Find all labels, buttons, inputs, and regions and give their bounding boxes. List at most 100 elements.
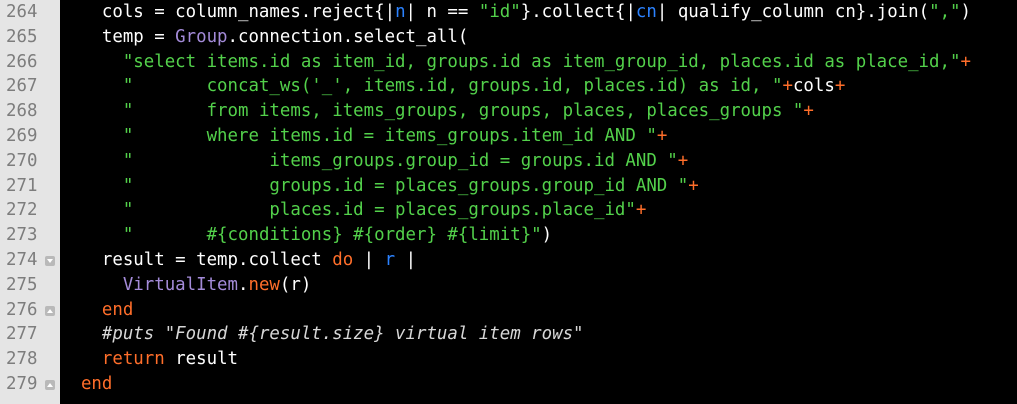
line-number: 271 (6, 175, 38, 196)
code-token: temp = (60, 26, 176, 47)
line-number: 279 (6, 373, 38, 394)
line-number: 266 (6, 51, 38, 72)
code-token: + (834, 76, 846, 97)
code-token: | qualify_column cn}.join( (656, 2, 930, 22)
line-number: 264 (6, 2, 38, 22)
line-number: 267 (6, 76, 38, 97)
code-line[interactable]: " #{conditions} #{order} #{limit}") (60, 223, 1017, 248)
code-line[interactable]: " groups.id = places_groups.group_id AND… (60, 174, 1017, 199)
code-line[interactable]: VirtualItem.new(r) (60, 273, 1017, 298)
code-line[interactable]: return result (60, 347, 1017, 372)
code-line[interactable]: cols = column_names.reject{|n| n == "id"… (60, 0, 1017, 25)
gutter-row: 275 (0, 273, 60, 298)
gutter-row: 269 (0, 124, 60, 149)
line-number: 268 (6, 101, 38, 122)
gutter-row: 265 (0, 25, 60, 50)
code-token: ) (960, 2, 972, 22)
code-token: + (677, 150, 689, 171)
code-line[interactable]: " places.id = places_groups.place_id"+ (60, 198, 1017, 223)
code-token: return (101, 349, 165, 370)
line-number: 275 (6, 274, 38, 295)
code-token: | n == (405, 2, 479, 22)
gutter-row: 274 (0, 248, 60, 273)
code-line[interactable]: " concat_ws('_', items.id, groups.id, pl… (60, 74, 1017, 99)
code-token: + (635, 200, 647, 221)
code-line[interactable]: " where items.id = items_groups.item_id … (60, 124, 1017, 149)
fold-triangle-icon[interactable] (45, 305, 55, 316)
line-number: 272 (6, 200, 38, 221)
code-line[interactable]: result = temp.collect do | r | (60, 248, 1017, 273)
code-token: Group (175, 26, 228, 47)
code-token: cn (635, 2, 657, 22)
code-token: | (395, 249, 417, 270)
code-line[interactable]: #puts "Found #{result.size} virtual item… (60, 322, 1017, 347)
code-line[interactable]: temp = Group.connection.select_all( (60, 25, 1017, 50)
gutter-row: 279 (0, 372, 60, 397)
gutter-row: 268 (0, 99, 60, 124)
code-token: + (960, 51, 971, 72)
code-token: #puts "Found #{result.size} virtual item… (101, 324, 584, 345)
code-token: .connection.select_all( (227, 26, 469, 47)
line-number: 269 (6, 125, 38, 146)
code-token: " groups.id = places_groups.group_id AND… (122, 175, 689, 196)
code-token: new (248, 274, 280, 295)
code-token: | (625, 2, 636, 22)
code-line[interactable]: " from items, items_groups, groups, plac… (60, 99, 1017, 124)
code-token: "id" (478, 2, 521, 22)
code-token: result (164, 349, 239, 370)
gutter-row: 270 (0, 149, 60, 174)
code-token: do (332, 249, 354, 270)
code-token: result = temp.collect (60, 249, 333, 270)
code-token: + (688, 175, 699, 196)
fold-triangle-icon[interactable] (45, 255, 55, 266)
gutter-row: 273 (0, 223, 60, 248)
code-token: + (656, 125, 668, 146)
code-token: ) (541, 225, 553, 246)
code-token: | (384, 2, 396, 22)
line-number: 276 (6, 299, 38, 320)
code-token: " concat_ws('_', items.id, groups.id, pl… (122, 76, 783, 97)
code-token: VirtualItem (122, 274, 238, 295)
code-token: " items_groups.group_id = groups.id AND … (122, 150, 678, 171)
code-token: " places.id = places_groups.place_id" (122, 200, 636, 221)
gutter-row: 264 (0, 0, 60, 25)
code-line[interactable]: end (60, 372, 1017, 397)
code-token: r (384, 249, 396, 270)
gutter-row: 277 (0, 322, 60, 347)
code-line[interactable]: " items_groups.group_id = groups.id AND … (60, 149, 1017, 174)
line-number-gutter: 264 265 266 267 268 269 270 271 272 273 274 275 276 2… (0, 0, 60, 404)
code-token: "," (929, 2, 961, 22)
line-number: 270 (6, 150, 38, 171)
code-token: . (238, 274, 249, 295)
fold-triangle-icon[interactable] (45, 379, 55, 390)
gutter-row: 278 (0, 347, 60, 372)
code-token: cols = column_names.reject{ (60, 2, 385, 22)
code-token: + (803, 101, 814, 122)
code-token: " where items.id = items_groups.item_id … (122, 125, 657, 146)
code-token: "select items.id as item_id, groups.id a… (122, 51, 961, 72)
code-token: cols (792, 76, 835, 97)
code-line[interactable]: end (60, 298, 1017, 323)
code-token: }.collect{ (520, 2, 626, 22)
code-editor[interactable]: 264 265 266 267 268 269 270 271 272 273 274 275 276 2… (0, 0, 1017, 404)
gutter-row: 267 (0, 74, 60, 99)
line-number: 265 (6, 26, 38, 47)
code-token: " from items, items_groups, groups, plac… (122, 101, 804, 122)
code-line[interactable]: "select items.id as item_id, groups.id a… (60, 50, 1017, 75)
gutter-row: 272 (0, 198, 60, 223)
line-number: 277 (6, 324, 38, 345)
line-number: 274 (6, 249, 38, 270)
code-area[interactable]: cols = column_names.reject{|n| n == "id"… (60, 0, 1017, 404)
line-number: 278 (6, 349, 38, 370)
